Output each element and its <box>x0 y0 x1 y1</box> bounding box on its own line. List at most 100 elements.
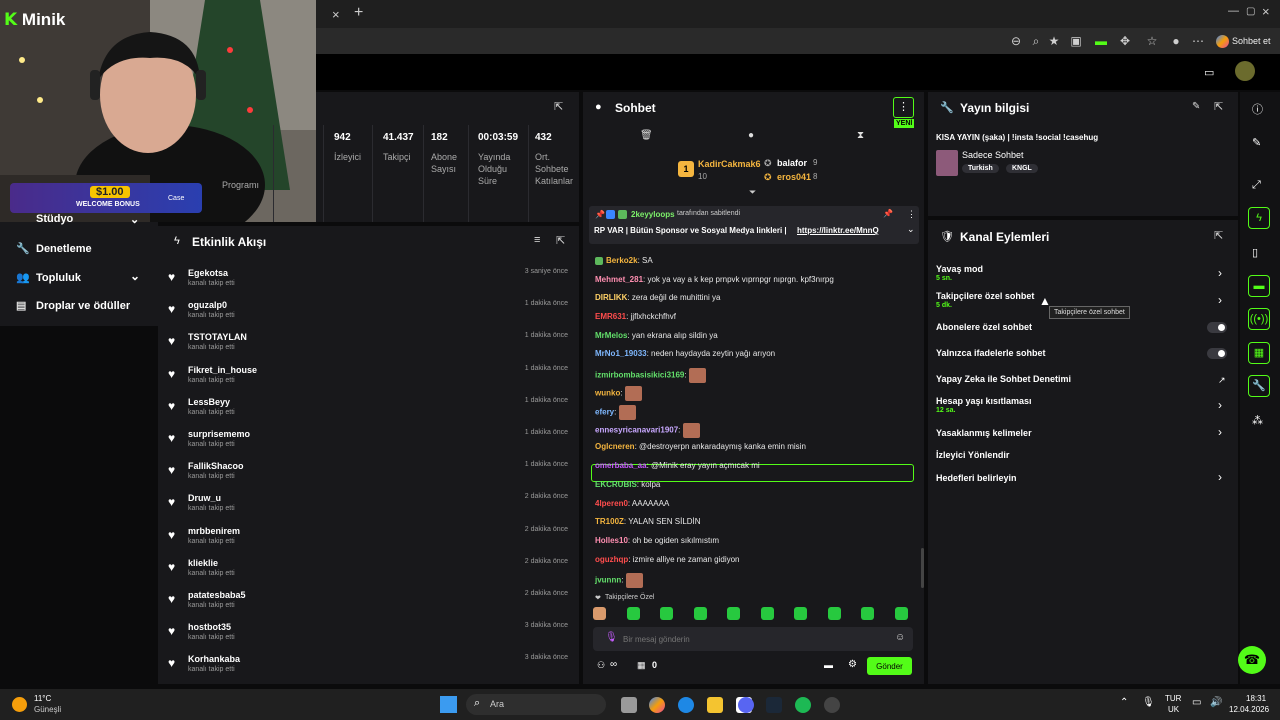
follower-name[interactable]: Druw_u <box>188 493 221 503</box>
popout-icon[interactable]: ⇱ <box>554 100 563 113</box>
follower-name[interactable]: LessBeyy <box>188 397 230 407</box>
action-ai-moderation[interactable]: Yapay Zeka ile Sohbet Denetimi <box>936 374 1071 384</box>
pinned-by-user[interactable]: 2keyyloops <box>631 210 675 219</box>
activity-row[interactable]: ♥ klieklie kanalı takip etti 2 dakika önce <box>168 556 572 588</box>
chat-username[interactable]: 4lperen0 <box>595 499 628 508</box>
chat-username[interactable]: Berko2k <box>606 256 638 265</box>
action-host-viewers[interactable]: İzleyici Yönlendir <box>936 450 1009 460</box>
favorites-icon[interactable]: ☆ <box>1144 33 1160 49</box>
more-menu-icon[interactable]: ⋯ <box>1190 33 1206 49</box>
follower-name[interactable]: FallikShacoo <box>188 461 244 471</box>
follower-name[interactable]: klieklie <box>188 558 218 568</box>
zoom-out-icon[interactable]: ⊖ <box>1008 33 1024 49</box>
tag[interactable]: Turkish <box>962 164 999 173</box>
gifter-name[interactable]: balafor <box>777 158 807 168</box>
activity-row[interactable]: ♥ TSTOTAYLAN kanalı takip etti 1 dakika önc… <box>168 330 572 362</box>
wrench-icon[interactable]: 🔧 <box>1248 375 1270 397</box>
external-link-icon[interactable]: ↗ <box>1218 375 1226 386</box>
info-icon[interactable]: ⓘ <box>1252 101 1263 117</box>
chevron-right-icon[interactable]: › <box>1218 470 1222 484</box>
emoji-icon[interactable]: ☺ <box>895 632 905 643</box>
subscribers-only-toggle[interactable] <box>1207 322 1227 333</box>
tag[interactable]: KNGL <box>1006 164 1038 173</box>
popout-icon[interactable]: ⇱ <box>556 234 565 247</box>
chat-username[interactable]: ennesyricanavari1907 <box>595 426 678 435</box>
emote-icon[interactable] <box>861 607 874 620</box>
emotes-only-toggle[interactable] <box>1207 348 1227 359</box>
lightning-icon[interactable]: ϟ <box>1248 207 1270 229</box>
discord-icon[interactable] <box>738 697 754 713</box>
popout-icon[interactable]: ⇱ <box>1214 229 1223 242</box>
chat-username[interactable]: MrNo1_19033 <box>595 349 647 358</box>
puzzle-icon[interactable]: ✥ <box>1117 33 1133 49</box>
chevron-right-icon[interactable]: › <box>1218 398 1222 412</box>
action-followers-only[interactable]: Takipçilere özel sohbet 5 dk. <box>936 291 1034 309</box>
chevron-right-icon[interactable]: › <box>1218 266 1222 280</box>
minimize-window-icon[interactable]: — <box>1228 5 1239 17</box>
copilot-icon[interactable] <box>649 697 665 713</box>
popout-icon[interactable]: ⇱ <box>1214 100 1223 113</box>
chat-username[interactable]: Oglcneren <box>595 442 635 451</box>
action-account-age[interactable]: Hesap yaşı kısıtlaması 12 sa. <box>936 396 1032 414</box>
microphone-icon[interactable]: 🎙 <box>1142 697 1155 708</box>
hourglass-icon[interactable]: ⧗ <box>857 130 864 141</box>
chat-input[interactable] <box>623 630 883 648</box>
obs-icon[interactable] <box>824 697 840 713</box>
follower-name[interactable]: Egekotsa <box>188 268 228 278</box>
chat-username[interactable]: izmirbombasisikici3169 <box>595 371 684 380</box>
activity-row[interactable]: ♥ mrbbenirem kanalı takip etti 2 dakika önc… <box>168 524 572 556</box>
chevron-down-icon[interactable]: ⌄ <box>907 224 915 235</box>
emote-icon[interactable] <box>693 607 707 620</box>
action-slow-mode[interactable]: Yavaş mod 5 sn. <box>936 264 983 282</box>
edge-icon[interactable] <box>678 697 694 713</box>
emote-icon[interactable] <box>894 607 908 620</box>
chat-username[interactable]: omerbaba_aa <box>595 461 647 470</box>
windows-start-icon[interactable] <box>440 696 457 713</box>
activity-row[interactable]: ♥ LessBeyy kanalı takip etti 1 dakika önce <box>168 395 572 427</box>
emote-icon[interactable] <box>660 607 673 620</box>
chat-username[interactable]: EMR631 <box>595 312 626 321</box>
apps-icon[interactable]: ⁂ <box>1252 414 1263 427</box>
activity-row[interactable]: ♥ Korhankaba kanalı takip etti 3 dakika önc… <box>168 652 572 684</box>
top-gifter-name[interactable]: KadirCakmak6 <box>698 159 761 169</box>
taskbar-search[interactable]: ⌕ Ara <box>466 694 606 715</box>
action-subscribers-only[interactable]: Abonelere özel sohbet <box>936 322 1032 332</box>
clock-time[interactable]: 18:31 <box>1246 694 1266 703</box>
action-set-goals[interactable]: Hedefleri belirleyin <box>936 473 1017 483</box>
send-button[interactable]: Gönder <box>867 657 912 675</box>
chat-menu-button[interactable]: ⋮ <box>893 97 914 118</box>
activity-row[interactable]: ♥ Druw_u kanalı takip etti 2 dakika önce <box>168 491 572 523</box>
activity-row[interactable]: ♥ patatesbaba5 kanalı takip etti 2 dakika ö… <box>168 588 572 620</box>
clipboard-icon[interactable]: ▯ <box>1252 246 1258 259</box>
edit-icon[interactable]: ✎ <box>1192 101 1200 112</box>
wallet-icon[interactable]: ▭ <box>1204 66 1214 79</box>
search-icon[interactable]: ⌕ <box>1028 33 1044 49</box>
spotify-icon[interactable] <box>795 697 811 713</box>
volume-icon[interactable]: 🔊 <box>1210 697 1222 708</box>
emote-icon[interactable] <box>827 607 841 620</box>
filter-icon[interactable]: ≡ <box>534 234 540 246</box>
follower-name[interactable]: surprisememo <box>188 429 250 439</box>
microphone-icon[interactable]: 🎙 <box>605 632 618 643</box>
action-emotes-only[interactable]: Yalnızca ifadelerle sohbet <box>936 348 1046 358</box>
activity-row[interactable]: ♥ surprisememo kanalı takip etti 1 dakika ö… <box>168 427 572 459</box>
nav-item-community[interactable]: 👥 Topluluk ⌄ <box>16 269 140 284</box>
bookmark-star-icon[interactable]: ★ <box>1046 33 1062 49</box>
network-icon[interactable]: ▭ <box>1192 697 1201 708</box>
archive-icon[interactable]: ▦ <box>1248 342 1270 364</box>
nav-item-moderation[interactable]: 🔧 Denetleme <box>16 242 92 255</box>
nav-item-studio[interactable]: Stüdyo ⌄ <box>36 213 139 226</box>
lang-top[interactable]: TUR <box>1165 694 1181 703</box>
maximize-window-icon[interactable]: ▢ <box>1246 6 1255 17</box>
chat-username[interactable]: jvunnn <box>595 576 621 585</box>
follower-name[interactable]: mrbbenirem <box>188 526 240 536</box>
expand-icon[interactable]: ⤢ <box>1252 179 1261 192</box>
close-tab-icon[interactable]: × <box>332 7 340 22</box>
chat-username[interactable]: DIRLIKK <box>595 293 627 302</box>
chat-username[interactable]: oguzhqp <box>595 555 628 564</box>
steam-icon[interactable] <box>766 697 782 713</box>
edit-icon[interactable]: ✎ <box>1252 136 1261 149</box>
profile-icon[interactable]: ● <box>1168 33 1184 49</box>
emote-icon[interactable] <box>794 607 807 620</box>
chat-username[interactable]: wunko <box>595 389 620 398</box>
